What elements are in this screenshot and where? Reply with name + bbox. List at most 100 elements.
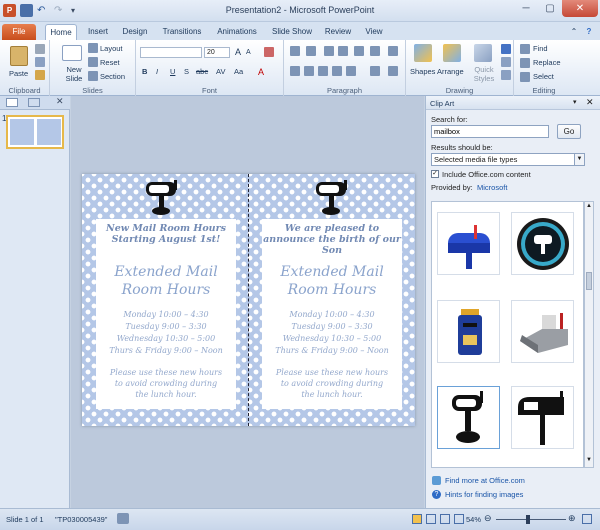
- reset-icon[interactable]: [88, 57, 98, 67]
- font-color-button[interactable]: A: [258, 67, 264, 77]
- format-painter-icon[interactable]: [35, 70, 45, 80]
- close-pane-icon[interactable]: ✕: [586, 97, 594, 108]
- zoom-out-icon[interactable]: ⊖: [484, 513, 492, 524]
- media-type-select[interactable]: Selected media file types ▼: [431, 153, 585, 166]
- find-more-link[interactable]: Find more at Office.com: [445, 476, 525, 485]
- strikethrough-button[interactable]: abc: [196, 67, 208, 76]
- shadow-button[interactable]: S: [184, 67, 189, 76]
- slides-tab-icon[interactable]: [6, 98, 18, 107]
- tab-design[interactable]: Design: [118, 24, 152, 40]
- shape-fill-icon[interactable]: [501, 44, 511, 54]
- justify-icon[interactable]: [332, 66, 342, 76]
- help-icon[interactable]: ?: [582, 24, 596, 40]
- align-text-icon[interactable]: [370, 66, 380, 76]
- increase-indent-icon[interactable]: [338, 46, 348, 56]
- select-icon[interactable]: [520, 72, 530, 82]
- tab-transitions[interactable]: Transitions: [158, 24, 206, 40]
- tab-insert[interactable]: Insert: [83, 24, 113, 40]
- paste-icon[interactable]: [10, 46, 28, 66]
- maximize-icon[interactable]: ▢: [538, 0, 562, 17]
- arrange-button[interactable]: Arrange: [437, 67, 464, 76]
- close-pane-icon[interactable]: ✕: [56, 96, 64, 107]
- zoom-slider-thumb[interactable]: [526, 515, 530, 524]
- find-icon[interactable]: [520, 44, 530, 54]
- grow-font-button[interactable]: A: [235, 47, 241, 57]
- find-button[interactable]: Find: [533, 44, 548, 53]
- shapes-button[interactable]: Shapes: [410, 67, 435, 76]
- tab-file[interactable]: File: [2, 24, 36, 40]
- shape-effects-icon[interactable]: [501, 70, 511, 80]
- spelling-icon[interactable]: [117, 513, 129, 524]
- scroll-down-icon[interactable]: ▼: [586, 457, 592, 465]
- chevron-down-icon[interactable]: ▼: [574, 154, 584, 165]
- bullets-icon[interactable]: [290, 46, 300, 56]
- tab-home[interactable]: Home: [45, 24, 77, 40]
- align-center-icon[interactable]: [304, 66, 314, 76]
- change-case-button[interactable]: Aa: [234, 67, 243, 76]
- zoom-in-icon[interactable]: ⊕: [568, 513, 576, 524]
- fit-to-window-icon[interactable]: [582, 514, 592, 524]
- layout-icon[interactable]: [88, 43, 98, 53]
- section-button[interactable]: Section: [100, 72, 125, 81]
- slide-sorter-icon[interactable]: [426, 514, 436, 524]
- clip-result-blue-mailbox[interactable]: [437, 212, 500, 275]
- go-button[interactable]: Go: [557, 124, 581, 139]
- arrange-icon[interactable]: [443, 44, 461, 62]
- minimize-icon[interactable]: ─: [514, 0, 538, 17]
- zoom-slider[interactable]: [496, 519, 566, 520]
- font-size-combo[interactable]: 20: [204, 47, 230, 58]
- numbering-icon[interactable]: [306, 46, 316, 56]
- slide-canvas[interactable]: New Mail Room Hours Starting August 1st!…: [82, 174, 415, 426]
- character-spacing-button[interactable]: AV: [216, 67, 225, 76]
- results-scrollbar[interactable]: ▲ ▼: [584, 201, 594, 468]
- search-input[interactable]: [431, 125, 549, 138]
- smartart-icon[interactable]: [388, 66, 398, 76]
- clip-result-black-mailbox[interactable]: [437, 386, 500, 449]
- shape-outline-icon[interactable]: [501, 57, 511, 67]
- clip-result-blue-post-box[interactable]: [437, 300, 500, 363]
- zoom-level[interactable]: 54%: [466, 515, 481, 524]
- quick-styles-icon[interactable]: [474, 44, 492, 62]
- align-left-icon[interactable]: [290, 66, 300, 76]
- scroll-up-icon[interactable]: ▲: [586, 203, 592, 211]
- clear-formatting-icon[interactable]: [264, 47, 274, 57]
- provider-link[interactable]: Microsoft: [477, 183, 507, 192]
- italic-button[interactable]: I: [156, 67, 158, 76]
- columns-icon[interactable]: [370, 46, 380, 56]
- shrink-font-button[interactable]: A: [246, 49, 251, 56]
- outline-tab-icon[interactable]: [28, 98, 40, 107]
- reset-button[interactable]: Reset: [100, 58, 120, 67]
- quick-styles-button[interactable]: Quick Styles: [470, 65, 498, 83]
- clip-result-open-gray-mailbox[interactable]: [511, 300, 574, 363]
- section-icon[interactable]: [88, 71, 98, 81]
- font-name-combo[interactable]: [140, 47, 202, 58]
- line-spacing-icon[interactable]: [354, 46, 364, 56]
- tab-review[interactable]: Review: [322, 24, 354, 40]
- slide-show-icon[interactable]: [454, 514, 464, 524]
- tab-animations[interactable]: Animations: [212, 24, 262, 40]
- normal-view-icon[interactable]: [412, 514, 422, 524]
- select-button[interactable]: Select: [533, 72, 554, 81]
- text-direction-icon[interactable]: [388, 46, 398, 56]
- reading-view-icon[interactable]: [440, 514, 450, 524]
- layout-button[interactable]: Layout: [100, 44, 123, 53]
- bold-button[interactable]: B: [142, 67, 147, 76]
- paste-button[interactable]: Paste: [9, 69, 28, 78]
- cut-icon[interactable]: [35, 44, 45, 54]
- align-right-icon[interactable]: [318, 66, 328, 76]
- shapes-icon[interactable]: [414, 44, 432, 62]
- minimize-ribbon-icon[interactable]: ⌃: [568, 24, 580, 40]
- pane-options-icon[interactable]: ▾: [573, 98, 577, 106]
- close-window-icon[interactable]: ✕: [562, 0, 598, 17]
- clip-result-black-mailbox-line[interactable]: [511, 386, 574, 449]
- copy-icon[interactable]: [35, 57, 45, 67]
- tab-slide-show[interactable]: Slide Show: [268, 24, 316, 40]
- include-office-checkbox[interactable]: ✓: [431, 170, 439, 178]
- replace-icon[interactable]: [520, 58, 530, 68]
- hints-link[interactable]: Hints for finding images: [445, 490, 523, 499]
- replace-button[interactable]: Replace: [533, 58, 561, 67]
- new-slide-button[interactable]: New Slide: [64, 65, 84, 83]
- clip-result-round-mailbox[interactable]: [511, 212, 574, 275]
- new-slide-icon[interactable]: [62, 45, 82, 61]
- slide-thumbnail[interactable]: [6, 115, 64, 149]
